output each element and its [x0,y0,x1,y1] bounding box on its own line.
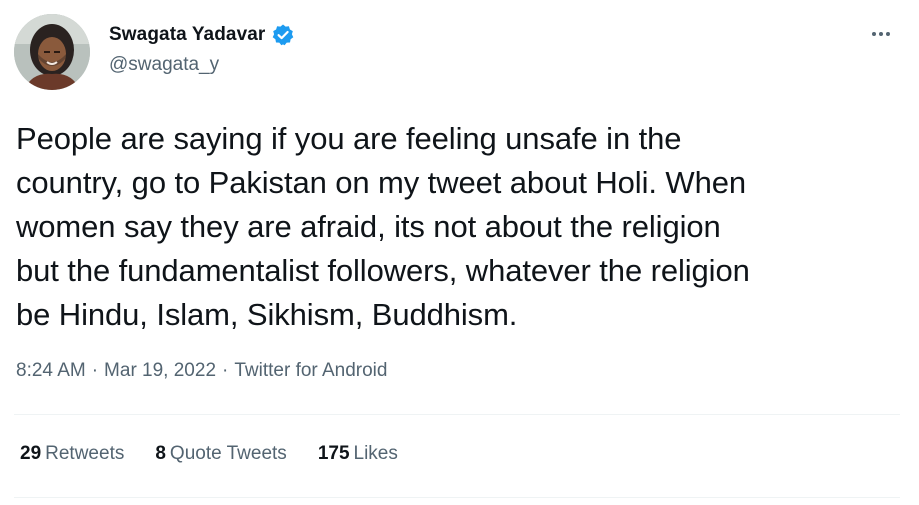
avatar-image [14,14,90,90]
divider [14,497,900,498]
tweet-text: People are saying if you are feeling uns… [16,121,750,332]
tweet-time[interactable]: 8:24 AM [16,360,86,382]
dot [872,32,876,36]
verified-badge-icon [271,23,295,47]
tweet-card: Swagata Yadavar @swagata_y People are sa… [0,0,919,505]
quote-tweets-count: 8 [155,443,166,464]
tweet-date[interactable]: Mar 19, 2022 [104,360,216,382]
meta-separator: · [222,360,229,381]
dot [879,32,883,36]
quote-tweets-stat[interactable]: 8 Quote Tweets [155,443,286,465]
name-row: Swagata Yadavar [109,22,295,48]
likes-label: Likes [353,443,398,464]
author-info: Swagata Yadavar @swagata_y [109,22,295,76]
divider [14,414,900,415]
avatar[interactable] [14,14,90,90]
retweets-stat[interactable]: 29 Retweets [20,443,124,465]
dot [886,32,890,36]
likes-count: 175 [317,443,350,464]
tweet-meta: 8:24 AM · Mar 19, 2022 · Twitter for And… [16,360,387,382]
retweets-count: 29 [20,443,42,464]
tweet-source[interactable]: Twitter for Android [234,360,387,382]
tweet-header: Swagata Yadavar @swagata_y [14,14,904,92]
likes-stat[interactable]: 175 Likes [318,443,398,465]
tweet-stats: 29 Retweets 8 Quote Tweets 175 Likes [20,443,429,465]
meta-separator: · [91,360,99,381]
author-handle[interactable]: @swagata_y [109,54,295,76]
display-name[interactable]: Swagata Yadavar [109,24,265,46]
more-options-icon[interactable] [866,24,896,44]
quote-tweets-label: Quote Tweets [169,443,287,464]
retweets-label: Retweets [45,443,125,464]
